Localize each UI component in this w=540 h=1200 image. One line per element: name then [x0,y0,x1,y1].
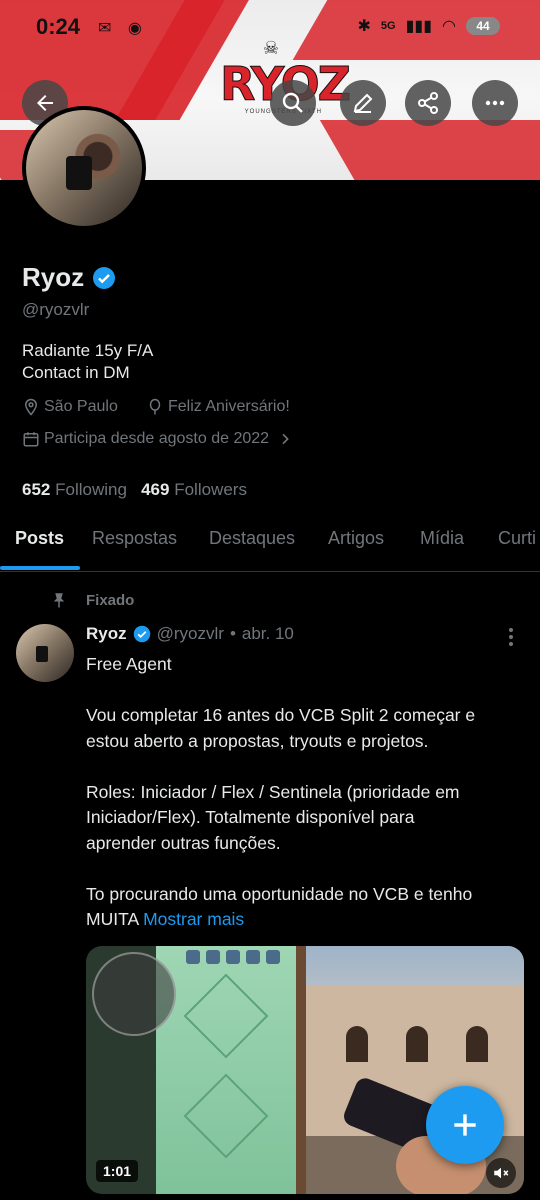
profile-location: São Paulo [22,398,118,416]
verified-badge-icon[interactable] [92,266,116,290]
following-link[interactable]: 652 Following [22,480,127,499]
profile-joined[interactable]: Participa desde agosto de 2022 [22,430,293,448]
pin-icon [53,593,65,608]
profile-bio: Radiante 15y F/A Contact in DM [22,340,153,384]
notification-icons: ✉ ◉ [98,20,148,37]
location-text: São Paulo [44,398,118,415]
video-scene-window [466,1026,488,1062]
signal-icon: ▮▮▮ [405,18,433,35]
verified-badge-icon [133,625,150,643]
chevron-right-icon [282,433,289,445]
post-line: Free Agent [86,654,172,674]
location-pin-icon [24,398,38,416]
post-line: Vou completar 16 antes do VCB Split 2 co… [86,705,476,725]
post-author-name[interactable]: Ryoz [86,624,127,644]
tab-respostas[interactable]: Respostas [92,528,177,549]
followers-label: Followers [174,480,247,499]
calendar-icon [23,432,39,447]
network-label: 5G [380,20,396,32]
tab-destaques[interactable]: Destaques [209,528,295,549]
post-separator: • [229,624,236,643]
share-button[interactable] [405,80,451,126]
video-scene-window [346,1026,368,1062]
wifi-icon: ◠ [442,18,456,35]
avatar-photo-detail [36,646,48,662]
video-scene-pillar [296,946,306,1194]
profile-birthday: Feliz Aniversário! [146,398,290,416]
followers-count: 469 [141,480,170,499]
game-hud [186,950,496,968]
show-more-link[interactable]: Mostrar mais [143,909,244,929]
avatar-photo-detail [66,156,92,190]
plus-icon [454,1114,476,1136]
tab-midia[interactable]: Mídia [420,528,464,549]
back-arrow-icon [37,95,53,111]
bio-line: Radiante 15y F/A [22,341,154,360]
profile-tabs: Posts Respostas Destaques Artigos Mídia … [0,512,540,572]
following-count: 652 [22,480,51,499]
edit-button[interactable] [340,80,386,126]
video-duration: 1:01 [96,1160,139,1182]
status-icons: ✱ 5G ▮▮▮ ◠ 44 [358,16,500,36]
followers-link[interactable]: 469 Followers [141,480,247,499]
post-line: To procurando uma oportunidade no VCB e … [86,883,473,904]
post-body[interactable]: Free Agent Vou completar 16 antes do VCB… [86,652,526,933]
tab-posts[interactable]: Posts [15,528,64,549]
active-tab-indicator [0,566,80,570]
pencil-icon [353,93,373,113]
muted-speaker-icon [494,1167,509,1179]
joined-text: Participa desde agosto de 2022 [44,430,270,447]
balloon-icon [149,398,161,415]
post-line: Roles: Iniciador / Flex / Sentinela (pri… [86,781,460,802]
profile-avatar[interactable] [22,106,146,230]
tab-artigos[interactable]: Artigos [328,528,384,549]
bluetooth-icon: ✱ [357,18,371,35]
post-line: estou aberto a propostas, tryouts e proj… [86,730,429,751]
compose-button[interactable] [426,1086,504,1164]
vertical-ellipsis-icon [509,628,513,646]
more-options-button[interactable] [472,80,518,126]
birthday-text: Feliz Aniversário! [168,398,290,415]
video-scene-window [406,1026,428,1062]
pinned-text: Fixado [86,591,135,609]
profile-name-row: Ryoz [22,262,116,293]
follow-stats: 652 Following 469 Followers [22,480,247,500]
post-header: Ryoz @ryozvlr • abr. 10 [86,624,294,644]
post-date[interactable]: abr. 10 [242,624,294,644]
game-minimap [92,952,176,1036]
bio-line: Contact in DM [22,363,130,382]
status-bar: 0:24 ✉ ◉ ✱ 5G ▮▮▮ ◠ 44 [0,0,540,56]
tab-curtidas[interactable]: Curti [498,528,536,549]
search-button[interactable] [270,80,316,126]
post-more-button[interactable] [502,626,520,654]
battery-icon: 44 [466,17,500,35]
post-line-text: MUITA [86,909,139,929]
post-line-last: MUITA Mostrar mais [86,907,526,933]
pinned-label: Fixado [50,590,134,610]
ellipsis-icon [485,100,505,106]
post-author-avatar[interactable] [16,624,74,682]
status-time: 0:24 [36,14,81,39]
post-line: aprender outras funções. [86,832,281,853]
banner-stripe [319,120,540,180]
search-icon [282,92,303,113]
post-author-handle: @ryozvlr [156,624,224,643]
following-label: Following [55,480,127,499]
profile-name: Ryoz [22,262,85,292]
profile-handle: @ryozvlr [22,300,90,319]
share-icon [418,92,438,114]
mute-button[interactable] [486,1158,516,1188]
post-line: Iniciador/Flex). Totalmente disponível p… [86,807,415,827]
